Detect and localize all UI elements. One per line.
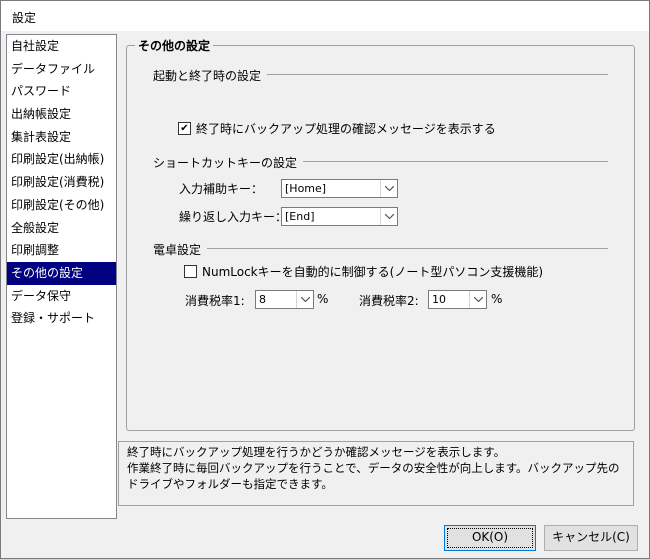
sidebar-item[interactable]: 印刷設定(消費税) (7, 171, 116, 194)
chevron-down-icon[interactable] (296, 291, 313, 308)
chevron-down-icon[interactable] (469, 291, 486, 308)
tax-rate-2-value: 10 (432, 293, 446, 306)
repeat-input-key-label: 繰り返し入力キー： (179, 210, 288, 224)
sidebar-item[interactable]: 印刷調整 (7, 239, 116, 262)
section-title-startup: 起動と終了時の設定 (153, 67, 268, 84)
settings-category-list[interactable]: 自社設定 データファイル パスワード 出納帳設定 集計表設定 印刷設定(出納帳) 印刷設定(… (6, 34, 117, 519)
description-line-2: 作業終了時に毎回バックアップを行うことで、データの安全性が向上します。バックアッ… (127, 461, 620, 491)
check-icon: ✔ (180, 123, 189, 134)
sidebar-item[interactable]: 全般設定 (7, 217, 116, 240)
settings-group-box (126, 45, 635, 431)
cancel-button-label: キャンセル(C) (552, 530, 630, 544)
backup-confirm-checkbox[interactable]: ✔ (178, 122, 191, 135)
sidebar-item[interactable]: データファイル (7, 58, 116, 81)
sidebar-item[interactable]: パスワード (7, 80, 116, 103)
backup-confirm-label[interactable]: 終了時にバックアップ処理の確認メッセージを表示する (196, 120, 496, 137)
description-line-1: 終了時にバックアップ処理を行うかどうか確認メッセージを表示します。 (127, 445, 506, 459)
sidebar-item[interactable]: 印刷設定(出納帳) (7, 148, 116, 171)
panel-title: その他の設定 (135, 37, 214, 54)
tax-rate-1-label: 消費税率1: (185, 294, 245, 308)
ok-button[interactable]: OK(O) (444, 525, 536, 551)
tax-rate-2-select[interactable]: 10 (428, 290, 487, 309)
numlock-control-label[interactable]: NumLockキーを自動的に制御する(ノート型パソコン支援機能) (202, 263, 543, 280)
sidebar-item[interactable]: 集計表設定 (7, 126, 116, 149)
input-assist-key-select[interactable]: [Home] (281, 179, 398, 198)
window-title: 設定 (12, 11, 37, 25)
numlock-control-checkbox[interactable] (184, 265, 197, 278)
tax-rate-2-unit: % (491, 292, 503, 306)
repeat-input-key-value: [End] (285, 210, 315, 223)
input-assist-key-label: 入力補助キー： (179, 182, 264, 196)
sidebar-item[interactable]: 登録・サポート (7, 307, 116, 330)
chevron-down-icon[interactable] (380, 180, 397, 197)
sidebar-item[interactable]: 印刷設定(その他) (7, 194, 116, 217)
title-bar[interactable]: 設定 (1, 1, 649, 31)
description-text: 終了時にバックアップ処理を行うかどうか確認メッセージを表示します。 作業終了時に… (127, 444, 627, 492)
ok-button-label: OK(O) (471, 530, 509, 544)
repeat-input-key-select[interactable]: [End] (281, 207, 398, 226)
divider (153, 248, 608, 249)
input-assist-key-value: [Home] (285, 182, 327, 195)
chevron-down-icon[interactable] (380, 208, 397, 225)
description-box: 終了時にバックアップ処理を行うかどうか確認メッセージを表示します。 作業終了時に… (118, 441, 634, 506)
sidebar-item[interactable]: その他の設定 (7, 261, 116, 285)
section-title-calculator: 電卓設定 (153, 241, 208, 258)
tax-rate-1-unit: % (317, 292, 329, 306)
sidebar-item[interactable]: 自社設定 (7, 35, 116, 58)
tax-rate-1-select[interactable]: 8 (255, 290, 314, 309)
sidebar-item[interactable]: データ保守 (7, 285, 116, 308)
tax-rate-2-label: 消費税率2: (359, 294, 419, 308)
cancel-button[interactable]: キャンセル(C) (544, 525, 638, 551)
tax-rate-1-value: 8 (259, 293, 266, 306)
settings-dialog: 設定 自社設定 データファイル パスワード 出納帳設定 集計表設定 印刷設定(出納帳) 印刷… (0, 0, 650, 559)
section-title-shortcut: ショートカットキーの設定 (153, 154, 304, 171)
sidebar-item[interactable]: 出納帳設定 (7, 103, 116, 126)
